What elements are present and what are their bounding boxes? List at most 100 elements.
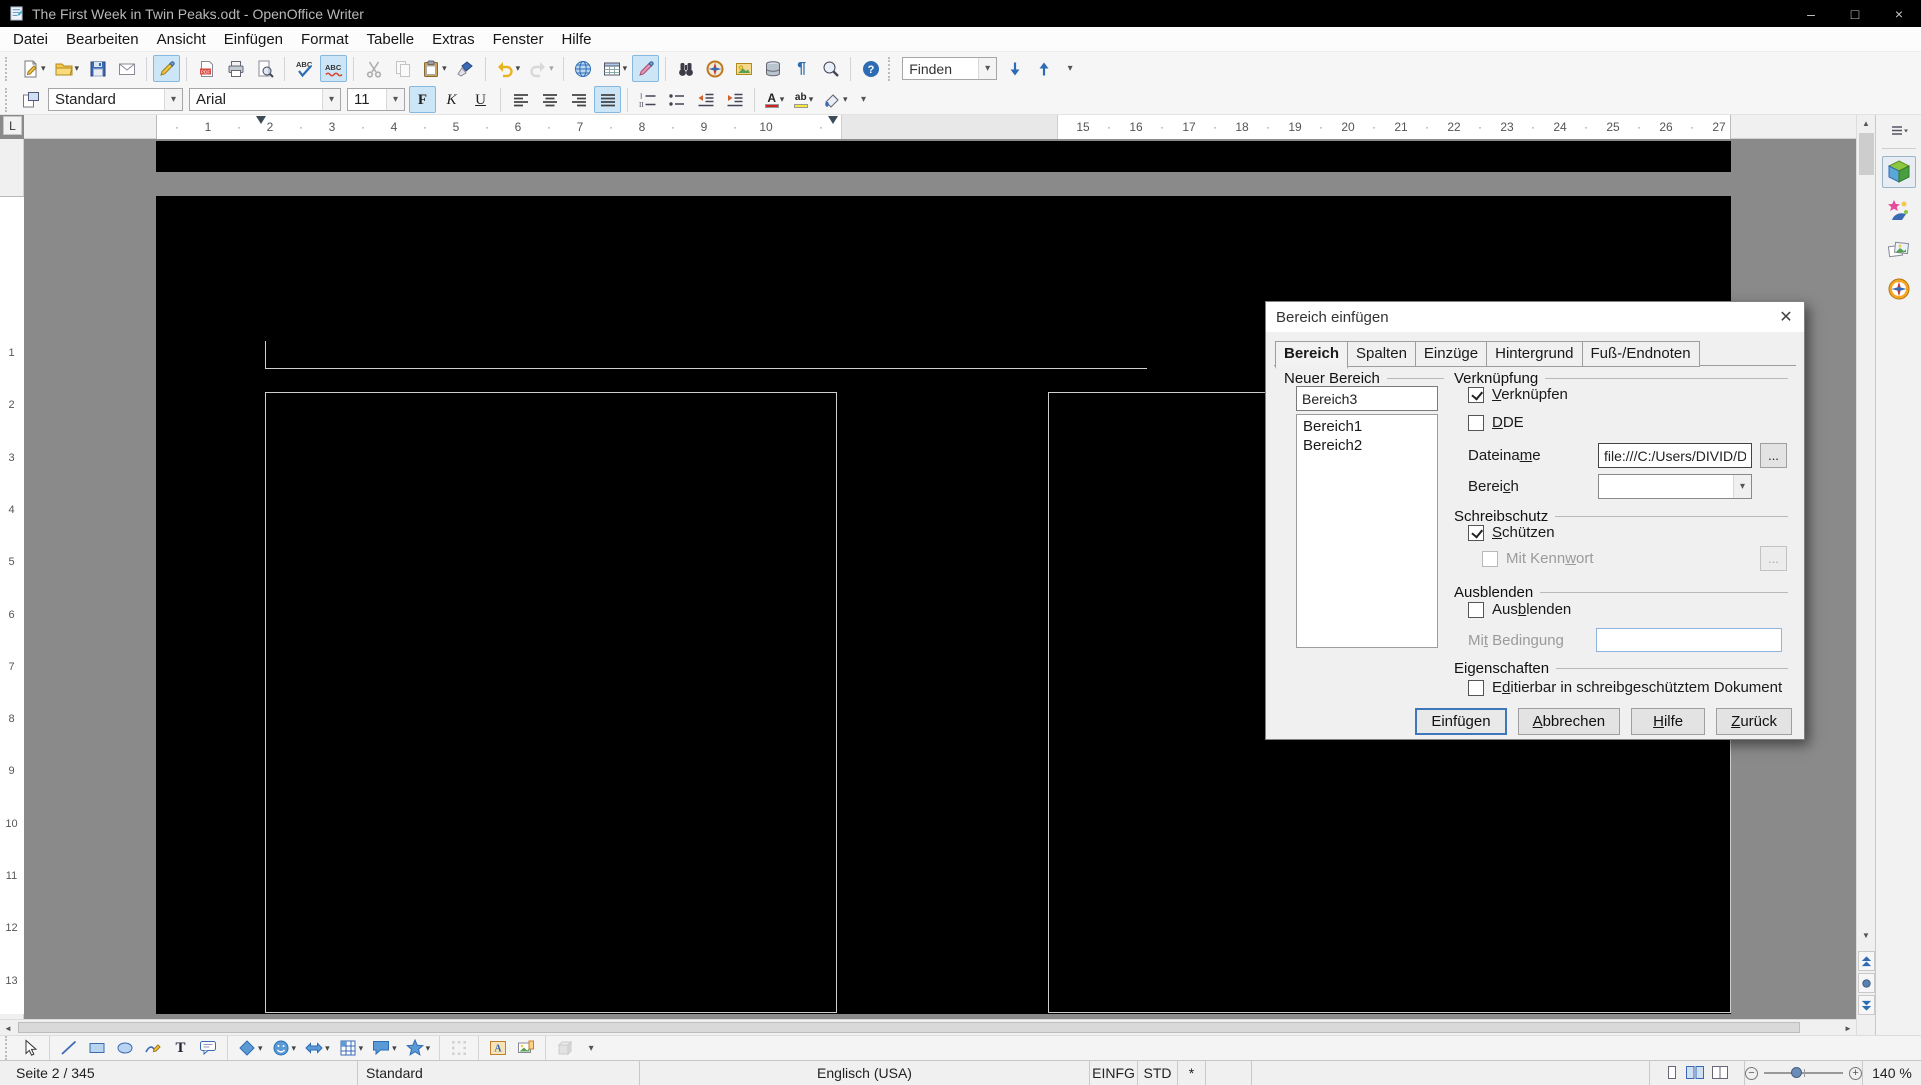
paste-button[interactable]: ▾: [418, 55, 450, 82]
condition-input[interactable]: [1596, 628, 1782, 652]
styles-panel-button[interactable]: [17, 86, 44, 113]
next-page-button[interactable]: [1858, 995, 1875, 1015]
minimize-button[interactable]: –: [1789, 0, 1833, 27]
indent-marker[interactable]: [828, 116, 838, 124]
toolbar-overflow-button[interactable]: ▾: [856, 94, 872, 105]
dde-checkbox[interactable]: [1468, 415, 1484, 431]
section-list[interactable]: Bereich1Bereich2: [1296, 414, 1438, 648]
vertical-ruler[interactable]: 12345678910111213: [0, 139, 24, 1019]
navigator-button[interactable]: [701, 55, 728, 82]
find-input[interactable]: Finden: [903, 61, 978, 77]
basic-shapes-button[interactable]: ▾: [234, 1037, 266, 1060]
draw-line-button[interactable]: [56, 1037, 82, 1060]
scroll-down-button[interactable]: ▼: [1857, 927, 1875, 944]
formatting-marks-button[interactable]: ¶: [788, 55, 815, 82]
toolbar-grip[interactable]: [888, 57, 895, 81]
paragraph-style-combobox[interactable]: Standard ▾: [48, 88, 183, 111]
filename-input[interactable]: [1598, 443, 1752, 468]
dropdown-arrow-icon[interactable]: ▾: [809, 94, 814, 105]
editable-checkbox-row[interactable]: Editierbar in schreibgeschütztem Dokumen…: [1468, 679, 1782, 696]
callouts-button[interactable]: ▾: [368, 1037, 400, 1060]
align-center-button[interactable]: [536, 86, 563, 113]
hide-checkbox-row[interactable]: Ausblenden: [1468, 601, 1571, 618]
zoom-slider[interactable]: [1764, 1072, 1843, 1074]
tab-hintergrund[interactable]: Hintergrund: [1486, 341, 1582, 367]
zoom-out-button[interactable]: −: [1745, 1067, 1758, 1080]
symbol-shapes-button[interactable]: ▾: [268, 1037, 300, 1060]
italic-button[interactable]: K: [438, 86, 465, 113]
multi-page-view-button[interactable]: [1685, 1065, 1705, 1081]
tab-stop-selector[interactable]: L: [3, 116, 22, 135]
callout-frame-button[interactable]: [195, 1037, 221, 1060]
dropdown-arrow-icon[interactable]: ▾: [325, 1043, 330, 1054]
spellcheck-button[interactable]: ABC: [291, 55, 318, 82]
zoom-slider-thumb[interactable]: [1791, 1067, 1802, 1078]
protect-checkbox[interactable]: [1468, 525, 1484, 541]
section-list-item[interactable]: Bereich1: [1297, 417, 1437, 436]
single-page-view-button[interactable]: [1664, 1065, 1680, 1081]
draw-ellipse-button[interactable]: [112, 1037, 138, 1060]
page-indicator[interactable]: Seite 2 / 345: [0, 1061, 358, 1085]
indent-decrease-button[interactable]: [692, 86, 719, 113]
find-down-button[interactable]: [1001, 55, 1028, 82]
toolbar-grip[interactable]: [5, 1036, 12, 1060]
open-folder-button[interactable]: ▾: [51, 55, 83, 82]
help-button[interactable]: ?: [857, 55, 884, 82]
menu-hilfe[interactable]: Hilfe: [552, 27, 600, 51]
menu-extras[interactable]: Extras: [423, 27, 484, 51]
close-button[interactable]: ×: [1877, 0, 1921, 27]
filename-browse-button[interactable]: ...: [1760, 443, 1787, 468]
gallery-button[interactable]: [730, 55, 757, 82]
link-checkbox-row[interactable]: Verknüpfen: [1468, 386, 1568, 403]
dropdown-arrow-icon[interactable]: ▾: [549, 63, 554, 74]
bullets-button[interactable]: [663, 86, 690, 113]
toolbar-overflow-button[interactable]: ▾: [1062, 63, 1078, 74]
book-view-button[interactable]: [1710, 1065, 1730, 1081]
menu-ansicht[interactable]: Ansicht: [148, 27, 215, 51]
dropdown-arrow-icon[interactable]: ▾: [442, 63, 447, 74]
language-indicator[interactable]: Englisch (USA): [640, 1061, 1090, 1085]
back-button[interactable]: Zurück: [1716, 708, 1792, 735]
page-preview-button[interactable]: [251, 55, 278, 82]
freeform-line-button[interactable]: [140, 1037, 166, 1060]
numbering-button[interactable]: III: [634, 86, 661, 113]
format-paintbrush-button[interactable]: [452, 55, 479, 82]
tab-fuß-endnoten[interactable]: Fuß-/Endnoten: [1582, 341, 1700, 367]
dropdown-arrow-icon[interactable]: ▾: [292, 1043, 297, 1054]
horizontal-scrollbar[interactable]: ◄ ►: [0, 1019, 1856, 1035]
dropdown-arrow-icon[interactable]: ▾: [75, 63, 80, 74]
menu-tabelle[interactable]: Tabelle: [358, 27, 424, 51]
chevron-down-icon[interactable]: ▾: [164, 89, 182, 110]
scroll-right-button[interactable]: ►: [1840, 1020, 1856, 1036]
table-button[interactable]: ▾: [599, 55, 631, 82]
hyperlink-button[interactable]: [570, 55, 597, 82]
menu-format[interactable]: Format: [292, 27, 358, 51]
selection-mode-indicator[interactable]: STD: [1138, 1061, 1178, 1085]
image-from-file-button[interactable]: [513, 1037, 539, 1060]
section-name-input[interactable]: [1296, 386, 1438, 411]
menu-einf-gen[interactable]: Einfügen: [215, 27, 292, 51]
print-button[interactable]: [222, 55, 249, 82]
tab-bereich[interactable]: Bereich: [1275, 341, 1348, 369]
data-sources-button[interactable]: [759, 55, 786, 82]
background-color-button[interactable]: ▾: [819, 86, 851, 113]
cancel-button[interactable]: Abbrechen: [1518, 708, 1621, 735]
toolbar-overflow-button[interactable]: ▾: [583, 1043, 599, 1054]
text-box-button[interactable]: T: [168, 1037, 193, 1060]
flowchart-button[interactable]: ▾: [335, 1037, 367, 1060]
section-list-item[interactable]: Bereich2: [1297, 436, 1437, 455]
previous-page-button[interactable]: [1858, 951, 1875, 971]
restore-button[interactable]: □: [1833, 0, 1877, 27]
page-style-indicator[interactable]: Standard: [358, 1061, 640, 1085]
text-frame-border[interactable]: [265, 392, 837, 1013]
align-justify-button[interactable]: [594, 86, 621, 113]
vertical-scrollbar[interactable]: ▲ ▼: [1856, 115, 1875, 1035]
horizontal-scroll-thumb[interactable]: [18, 1022, 1800, 1033]
navigation-button[interactable]: [1858, 973, 1875, 993]
font-size-combobox[interactable]: 11 ▾: [347, 88, 405, 111]
align-right-button[interactable]: [565, 86, 592, 113]
protect-checkbox-row[interactable]: Schützen: [1468, 524, 1555, 541]
dropdown-arrow-icon[interactable]: ▾: [516, 63, 521, 74]
tab-spalten[interactable]: Spalten: [1347, 341, 1416, 367]
dialog-close-button[interactable]: ✕: [1768, 302, 1804, 332]
